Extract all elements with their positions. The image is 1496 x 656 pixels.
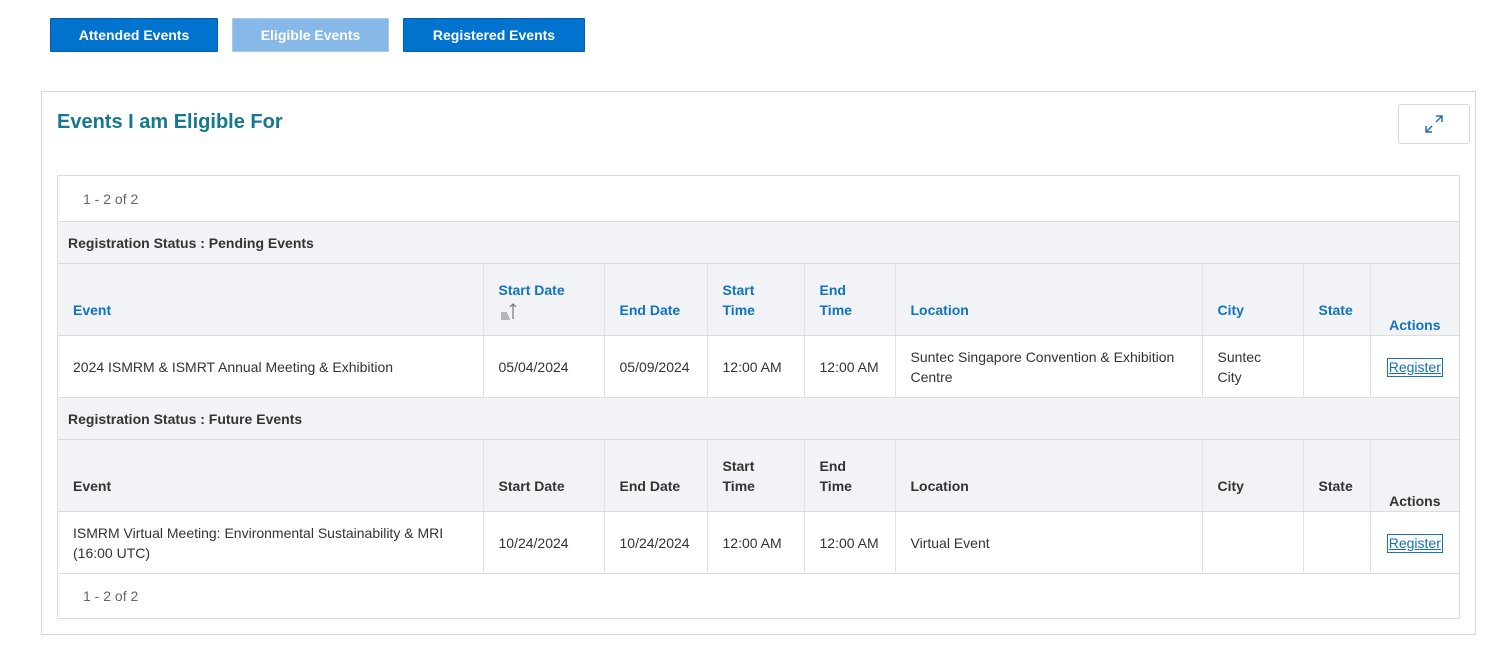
cell-location: Virtual Event (895, 511, 1203, 574)
table-row: ISMRM Virtual Meeting: Environmental Sus… (58, 511, 1460, 574)
eligible-events-panel: Events I am Eligible For 1 - 2 of 2 Regi… (41, 91, 1476, 635)
column-label: Start Date (498, 282, 565, 298)
attended-events-button[interactable]: Attended Events (50, 18, 218, 52)
column-header-start-date: Start Date (483, 439, 605, 512)
cell-actions: Register (1370, 335, 1460, 398)
cell-state (1303, 335, 1371, 398)
column-label: End Date (619, 478, 681, 494)
column-label: Actions (1389, 317, 1441, 333)
group-header-future: Registration Status : Future Events (58, 397, 1460, 440)
column-header-state[interactable]: State (1303, 263, 1371, 336)
column-label: City (1217, 478, 1244, 494)
column-label: City (1217, 302, 1244, 318)
cell-start-time: 12:00 AM (707, 335, 805, 398)
cell-event: 2024 ISMRM & ISMRT Annual Meeting & Exhi… (58, 335, 484, 398)
column-header-start-time[interactable]: Start Time (707, 263, 805, 336)
cell-actions: Register (1370, 511, 1460, 574)
column-label: Time (819, 478, 852, 494)
column-label: Time (819, 302, 852, 318)
cell-start-time: 12:00 AM (707, 511, 805, 574)
cell-event: ISMRM Virtual Meeting: Environmental Sus… (58, 511, 484, 574)
column-label: Time (722, 302, 755, 318)
registered-events-button[interactable]: Registered Events (403, 18, 585, 52)
cell-end-time: 12:00 AM (804, 335, 896, 398)
column-label: End (819, 458, 846, 474)
cell-end-date: 10/24/2024 (604, 511, 708, 574)
panel-title: Events I am Eligible For (57, 111, 283, 133)
column-header-end-time: End Time (804, 439, 896, 512)
column-header-end-date: End Date (604, 439, 708, 512)
column-label: Event (73, 478, 112, 494)
column-label: Actions (1389, 493, 1441, 509)
cell-start-date: 05/04/2024 (483, 335, 605, 398)
column-header-start-time: Start Time (707, 439, 805, 512)
pager-status-top: 1 - 2 of 2 (83, 191, 139, 207)
expand-button[interactable] (1398, 104, 1470, 144)
column-label: End (819, 282, 846, 298)
pager-status-bottom: 1 - 2 of 2 (83, 588, 139, 604)
cell-state (1303, 511, 1371, 574)
column-header-event: Event (58, 439, 484, 512)
column-header-city: City (1202, 439, 1304, 512)
events-table: Registration Status : Pending Events Eve… (58, 221, 1460, 574)
register-link[interactable]: Register (1386, 357, 1443, 377)
column-header-end-date[interactable]: End Date (604, 263, 708, 336)
cell-city: Suntec City (1202, 335, 1304, 398)
group-label: Registration Status : Pending Events (58, 221, 1460, 264)
expand-arrows-icon (1425, 115, 1443, 133)
column-label: Time (722, 478, 755, 494)
column-header-state: State (1303, 439, 1371, 512)
column-header-actions: Actions (1370, 439, 1460, 512)
column-label: Start Date (498, 478, 565, 494)
cell-city (1202, 511, 1304, 574)
eligible-events-button[interactable]: Eligible Events (232, 18, 389, 52)
column-header-location: Location (895, 439, 1203, 512)
events-grid: 1 - 2 of 2 Registration Status : Pending… (57, 175, 1460, 619)
column-header-row: Event Start Date End Date Start Time End T… (58, 439, 1460, 512)
column-header-row: Event Start Date End Date Start Time End T… (58, 263, 1460, 336)
group-label: Registration Status : Future Events (58, 397, 1460, 440)
column-label: State (1318, 478, 1353, 494)
column-header-actions[interactable]: Actions (1370, 263, 1460, 336)
column-label: Start (722, 458, 755, 474)
column-header-location[interactable]: Location (895, 263, 1203, 336)
column-header-end-time[interactable]: End Time (804, 263, 896, 336)
cell-start-date: 10/24/2024 (483, 511, 605, 574)
column-label: Location (910, 478, 969, 494)
column-label: Start (722, 282, 755, 298)
cell-location: Suntec Singapore Convention & Exhibition… (895, 335, 1203, 398)
column-label: End Date (619, 302, 681, 318)
register-link[interactable]: Register (1386, 533, 1443, 553)
column-label: Location (910, 302, 969, 318)
column-header-event[interactable]: Event (58, 263, 484, 336)
cell-end-time: 12:00 AM (804, 511, 896, 574)
column-label: Event (73, 302, 112, 318)
column-header-start-date[interactable]: Start Date (483, 263, 605, 336)
group-header-pending: Registration Status : Pending Events (58, 221, 1460, 264)
column-header-city[interactable]: City (1202, 263, 1304, 336)
table-row: 2024 ISMRM & ISMRT Annual Meeting & Exhi… (58, 335, 1460, 398)
column-label: State (1318, 302, 1353, 318)
cell-end-date: 05/09/2024 (604, 335, 708, 398)
sort-ascending-icon[interactable] (499, 302, 519, 320)
